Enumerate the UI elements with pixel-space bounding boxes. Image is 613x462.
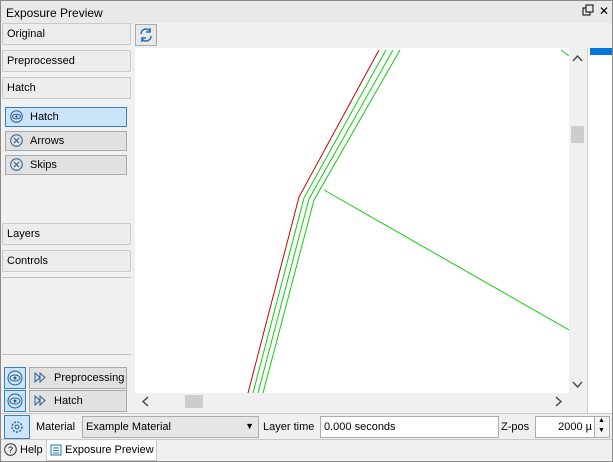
tab-exposure-preview[interactable]: Exposure Preview	[46, 440, 157, 461]
hatch-line	[323, 189, 569, 331]
list-icon	[50, 444, 62, 456]
window-title: Exposure Preview	[6, 6, 103, 20]
visibility-toggle-preprocessing[interactable]	[4, 367, 26, 389]
left-panel: Original Preprocessed Hatch Hatch Arrows…	[1, 23, 131, 414]
refresh-button[interactable]	[135, 24, 157, 46]
scroll-thumb	[185, 395, 203, 408]
svg-text:?: ?	[8, 445, 13, 455]
section-controls[interactable]: Controls	[2, 250, 131, 272]
hatch-line	[252, 49, 387, 393]
tab-bar: ? Help Exposure Preview	[1, 439, 612, 461]
title-bar: Exposure Preview ✕	[1, 1, 612, 24]
scroll-thumb	[571, 126, 584, 143]
section-label: Controls	[7, 255, 48, 267]
toggle-hatch[interactable]: Hatch	[5, 107, 127, 127]
spin-down-icon[interactable]: ▼	[598, 427, 605, 434]
layer-time-field[interactable]: 0.000 seconds	[320, 416, 499, 438]
material-label: Material	[36, 421, 76, 433]
hatch-drawing	[247, 49, 569, 393]
divider	[2, 354, 131, 355]
eye-icon	[10, 110, 23, 123]
section-preprocessed[interactable]: Preprocessed	[2, 50, 131, 72]
toggle-label: Hatch	[30, 111, 59, 123]
float-icon[interactable]	[581, 4, 595, 18]
forward-icon	[34, 394, 46, 407]
circle-x-icon	[10, 158, 23, 171]
eye-icon	[7, 393, 23, 409]
row-label: Hatch	[54, 395, 83, 407]
material-select[interactable]: Example Material ▼	[82, 416, 259, 438]
settings-button[interactable]	[4, 415, 30, 439]
chevron-down-icon: ▼	[245, 421, 254, 431]
accent-bar	[590, 48, 612, 55]
zpos-spinbox[interactable]: 2000 µ ▲ ▼	[535, 416, 610, 438]
section-label: Hatch	[7, 82, 36, 94]
scroll-left-icon	[141, 396, 149, 407]
layer-preprocessing-button[interactable]: Preprocessing	[29, 367, 127, 389]
refresh-icon	[140, 28, 152, 42]
layer-hatch-button[interactable]: Hatch	[29, 390, 127, 412]
view-toolbar	[132, 23, 612, 47]
eye-icon	[7, 370, 23, 386]
tab-label: Help	[20, 444, 43, 456]
spin-up-icon[interactable]: ▲	[598, 417, 605, 424]
section-label: Original	[7, 28, 45, 40]
visibility-toggle-hatch[interactable]	[4, 390, 26, 412]
contour-line	[247, 49, 380, 393]
toggle-label: Arrows	[30, 135, 65, 147]
close-icon[interactable]: ✕	[597, 4, 611, 18]
toggle-arrows[interactable]: Arrows	[5, 131, 127, 151]
exposure-preview-canvas[interactable]	[135, 48, 569, 393]
layer-time-value: 0.000 seconds	[324, 421, 396, 433]
hatch-line	[257, 49, 394, 393]
material-value: Example Material	[86, 421, 171, 433]
horizontal-scrollbar[interactable]	[135, 393, 569, 410]
scroll-down-icon	[572, 381, 583, 389]
hatch-line	[560, 49, 569, 57]
section-original[interactable]: Original	[2, 23, 131, 45]
section-layers[interactable]: Layers	[2, 223, 131, 245]
section-label: Preprocessed	[7, 55, 75, 67]
circle-x-icon	[10, 134, 23, 147]
tab-label: Exposure Preview	[65, 444, 154, 456]
vertical-scrollbar[interactable]	[569, 48, 586, 393]
section-label: Layers	[7, 228, 41, 240]
layer-time-label: Layer time	[263, 421, 315, 433]
zpos-label: Z-pos	[501, 421, 530, 433]
tab-help[interactable]: ? Help	[3, 440, 45, 460]
toggle-label: Skips	[30, 159, 57, 171]
scroll-up-icon	[572, 54, 583, 62]
divider	[2, 277, 131, 278]
section-hatch[interactable]: Hatch	[2, 77, 131, 99]
gear-icon	[11, 421, 23, 433]
scroll-right-icon	[555, 396, 563, 407]
bottom-bar: Material Example Material ▼ Layer time 0…	[1, 413, 612, 440]
zpos-value: 2000 µ	[558, 421, 592, 433]
row-label: Preprocessing	[54, 372, 125, 384]
help-icon: ?	[4, 443, 17, 456]
right-strip	[587, 48, 612, 413]
forward-icon	[34, 371, 46, 384]
spin-buttons[interactable]: ▲ ▼	[594, 417, 609, 437]
toggle-skips[interactable]: Skips	[5, 155, 127, 175]
